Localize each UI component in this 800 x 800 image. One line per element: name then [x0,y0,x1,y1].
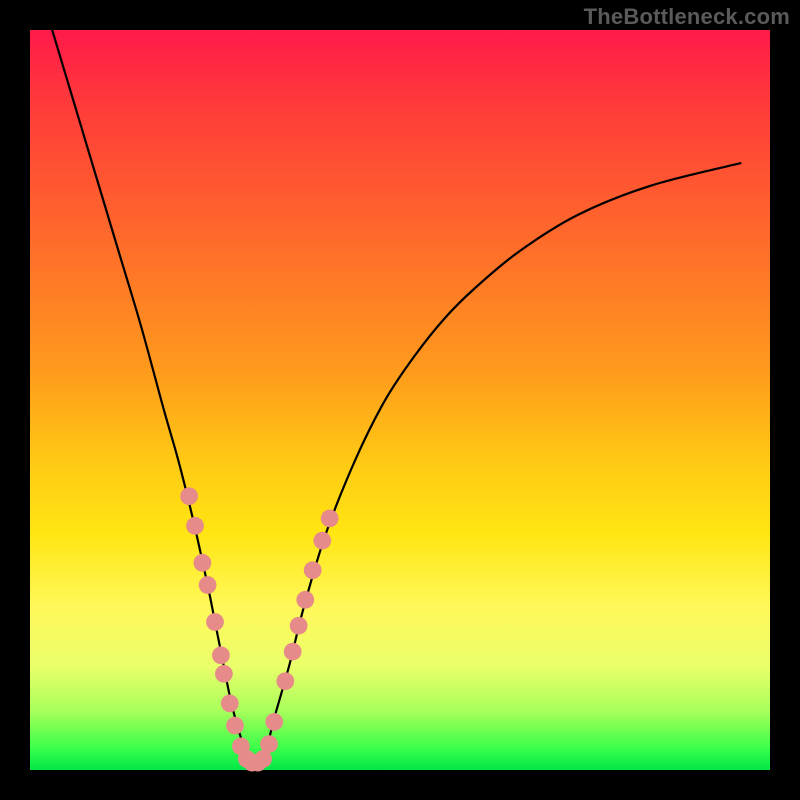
data-marker [180,487,198,505]
data-marker [212,646,230,664]
data-marker [313,532,331,550]
data-marker [206,613,224,631]
data-marker [221,695,239,713]
data-marker [290,617,308,635]
data-marker [186,517,204,535]
data-marker [284,643,302,661]
data-marker [296,591,314,609]
data-marker [260,735,278,753]
marker-group [180,487,338,771]
data-marker [215,665,233,683]
data-marker [276,672,294,690]
plot-area [30,30,770,770]
data-marker [304,561,322,579]
chart-svg [30,30,770,770]
data-marker [226,717,244,735]
data-marker [194,554,212,572]
bottleneck-curve [52,30,740,764]
data-marker [321,510,339,528]
watermark-text: TheBottleneck.com [584,4,790,30]
data-marker [199,576,217,594]
data-marker [265,713,283,731]
chart-frame: TheBottleneck.com [0,0,800,800]
